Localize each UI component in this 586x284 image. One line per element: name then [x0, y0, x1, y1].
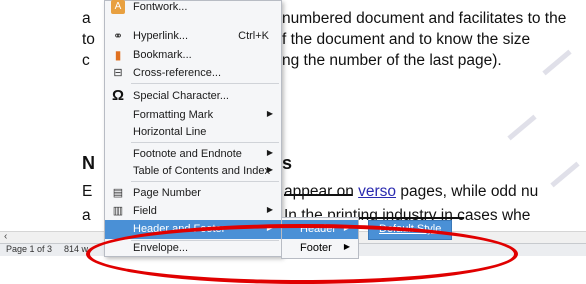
menu-item-horizontal-line[interactable]: Horizontal Line: [105, 123, 281, 142]
menu-item-bookmark[interactable]: ▮ Bookmark...: [105, 46, 281, 65]
document-page[interactable]: a numbered document and facilitates to t…: [0, 0, 586, 243]
menu-item-label: Footnote and Endnote: [133, 148, 242, 160]
watermark-mark: [507, 114, 537, 141]
submenu-arrow-icon: ▶: [266, 109, 273, 118]
menu-item-label: Formatting Mark: [133, 109, 214, 121]
watermark-mark: [550, 161, 580, 188]
menu-item-field[interactable]: ▥ Field ▶: [105, 202, 281, 221]
menu-item-cross-reference[interactable]: ⊟ Cross-reference...: [105, 64, 281, 83]
menu-item-label: Bookmark...: [133, 49, 192, 61]
menu-item-label: Special Character...: [133, 90, 229, 102]
doc-line-3-start: c: [82, 52, 90, 69]
insert-menu: A Fontwork... ⚭ Hyperlink... Ctrl+K ▮ Bo…: [104, 0, 282, 257]
shortcut-label: Ctrl+K: [238, 30, 269, 42]
strikethrough-line: [284, 194, 352, 196]
doc-line-2-start: to: [82, 31, 95, 48]
menu-item-label: Field: [133, 205, 157, 217]
hyperlink-icon: ⚭: [112, 29, 124, 43]
menu-item-table-of-contents[interactable]: Table of Contents and Index ▶: [105, 162, 281, 181]
page-number-icon: ▤: [112, 187, 124, 199]
menu-item-label: Page Number: [133, 187, 201, 199]
menu-separator: [131, 181, 279, 182]
doc-line-5-start: a: [82, 207, 91, 224]
menu-item-label: Fontwork...: [133, 1, 188, 13]
menu-item-special-character[interactable]: Ω Special Character...: [105, 87, 281, 106]
doc-line-1: numbered document and facilitates to the: [282, 10, 567, 27]
verso-link[interactable]: verso: [358, 183, 396, 200]
doc-heading-end: s: [282, 153, 293, 173]
submenu-arrow-icon: ▶: [266, 205, 273, 214]
menu-item-label: Horizontal Line: [133, 126, 207, 138]
doc-line-4-b: pages, while odd nu: [400, 183, 539, 200]
omega-icon: Ω: [111, 87, 125, 104]
menu-separator: [131, 83, 279, 84]
doc-line-4-start: E: [82, 183, 93, 200]
bookmark-icon: ▮: [114, 48, 122, 62]
doc-line-4: appear on verso pages, while odd nu: [284, 183, 538, 201]
doc-heading-start: N: [82, 153, 95, 173]
menu-item-label: Cross-reference...: [133, 67, 222, 79]
menu-item-label: Hyperlink...: [133, 30, 189, 42]
fontwork-icon: A: [111, 0, 125, 14]
doc-line-1-start: a: [82, 10, 91, 27]
field-icon: ▥: [112, 205, 124, 217]
red-annotation-ellipse: [86, 224, 518, 284]
watermark-mark: [542, 49, 572, 76]
submenu-arrow-icon: ▶: [266, 148, 273, 157]
menu-item-label: Table of Contents and Index: [133, 165, 270, 177]
page-count[interactable]: Page 1 of 3: [6, 244, 52, 254]
submenu-arrow-icon: ▶: [266, 165, 273, 174]
menu-item-hyperlink[interactable]: ⚭ Hyperlink... Ctrl+K: [105, 27, 281, 46]
menu-item-fontwork[interactable]: A Fontwork...: [105, 0, 281, 17]
doc-line-2: f the document and to know the size: [282, 31, 531, 48]
doc-line-4-a: appear on: [284, 183, 354, 200]
word-count[interactable]: 814 w: [64, 244, 88, 254]
menu-item-page-number[interactable]: ▤ Page Number: [105, 184, 281, 203]
cross-reference-icon: ⊟: [113, 67, 123, 79]
scroll-left-arrow-icon[interactable]: ‹: [4, 231, 7, 242]
menu-separator: [131, 142, 279, 143]
doc-line-3: ng the number of the last page).: [282, 52, 502, 69]
